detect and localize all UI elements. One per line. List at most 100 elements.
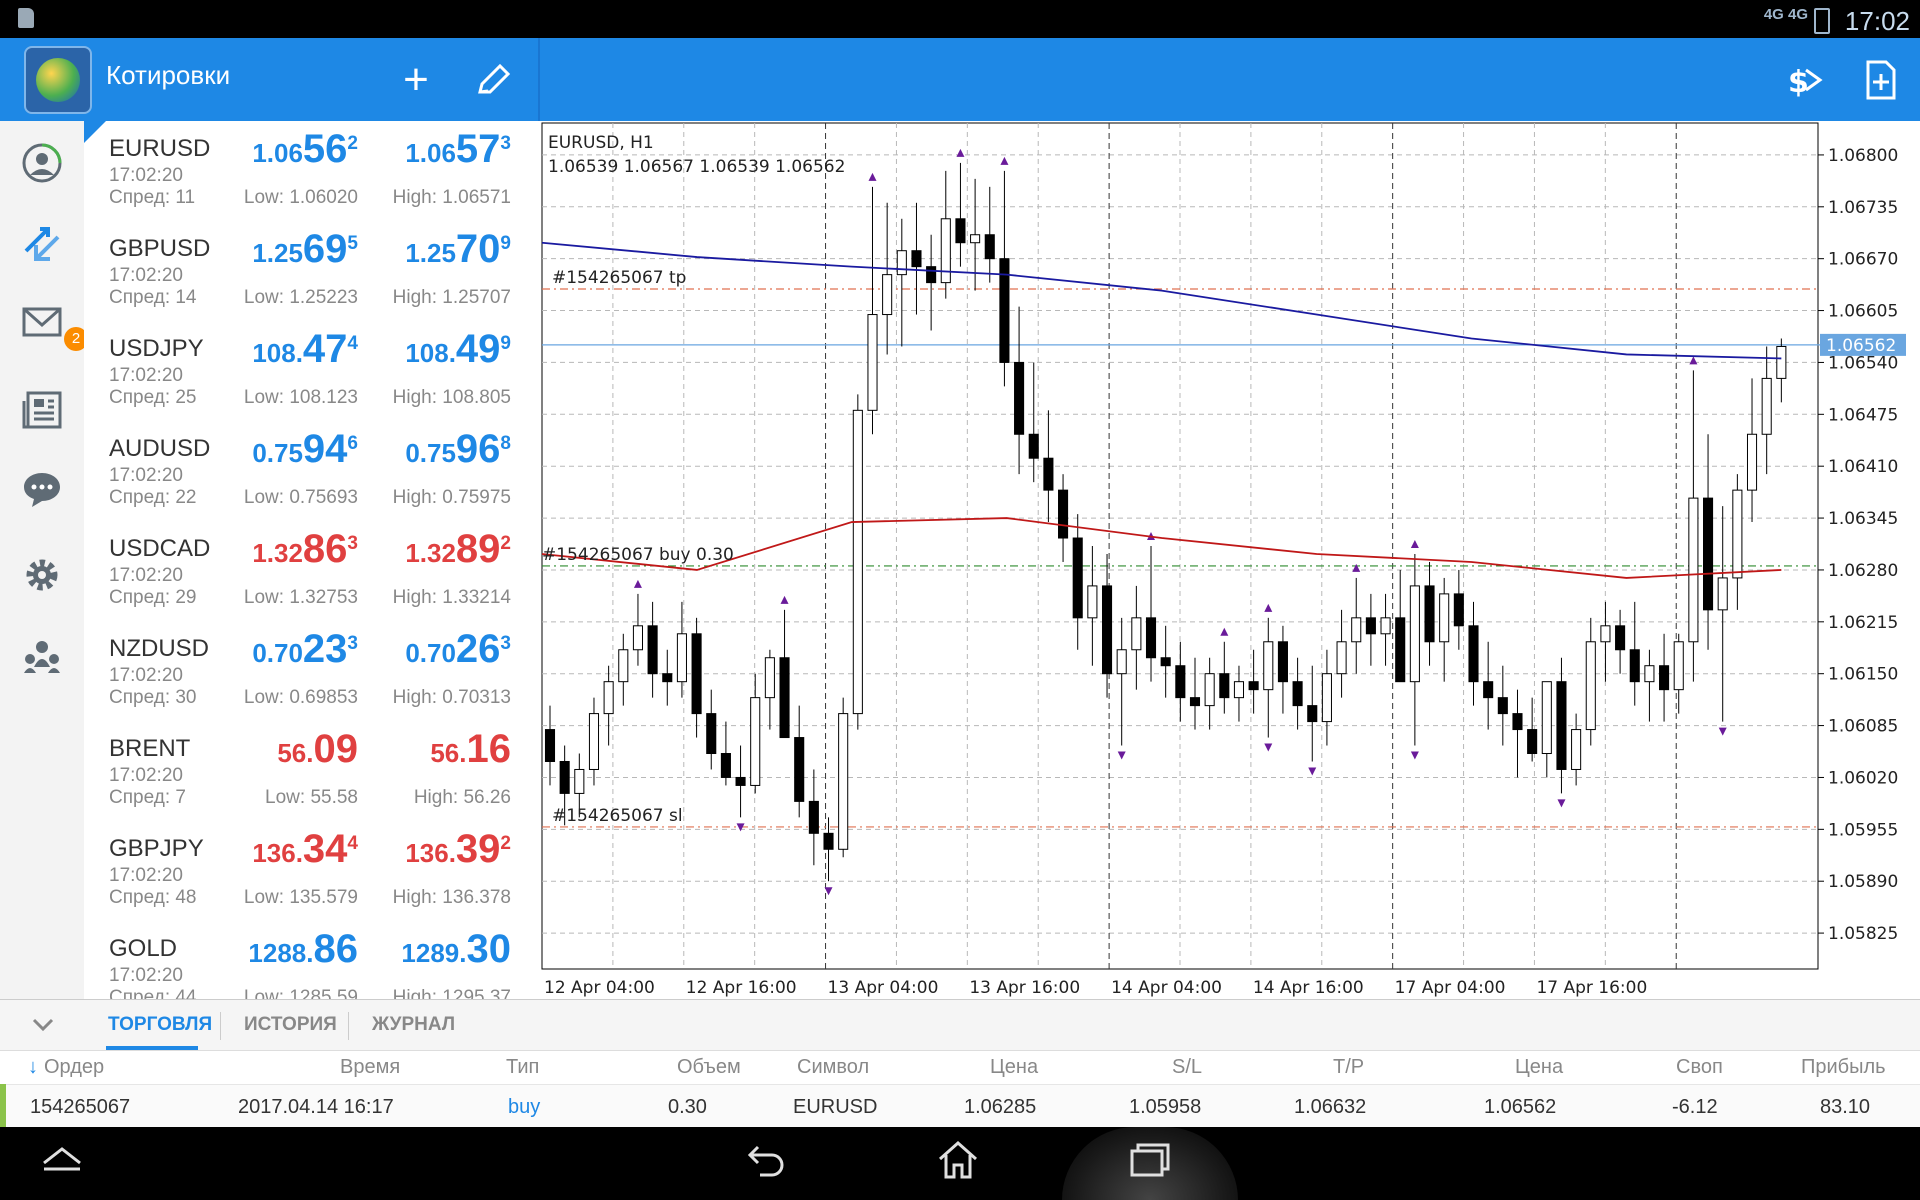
ask-sup: 9 — [500, 233, 511, 254]
candle-body — [1189, 697, 1201, 707]
tab-trade[interactable]: ТОРГОВЛЯ — [108, 1014, 212, 1036]
bid-prefix: 108. — [252, 338, 303, 368]
candle-body — [574, 768, 585, 794]
col-sl[interactable]: S/L — [1172, 1056, 1202, 1079]
community-icon[interactable] — [20, 633, 64, 677]
ask-prefix: 1.25 — [405, 238, 456, 268]
col-current-price[interactable]: Цена — [1515, 1056, 1563, 1079]
quote-spread: Спред: 14 — [109, 287, 197, 308]
candle-body — [1585, 641, 1596, 731]
bid-prefix: 56. — [277, 738, 314, 768]
ask-price: 136.392 — [405, 827, 511, 872]
hide-keyboard-icon[interactable] — [38, 1137, 86, 1187]
ask-sup: 2 — [500, 533, 511, 554]
bid-prefix: 0.75 — [252, 438, 303, 468]
action-bar: Котировки + $ — [0, 38, 1920, 121]
quote-spread: Спред: 30 — [109, 687, 197, 708]
col-type[interactable]: Тип — [506, 1056, 539, 1079]
divider — [220, 1012, 221, 1040]
candle-body — [720, 753, 731, 778]
back-icon[interactable] — [742, 1137, 790, 1195]
quote-symbol: USDCAD — [109, 535, 211, 562]
quote-high: High: 108.805 — [392, 387, 511, 408]
mail-icon[interactable]: 2 — [20, 301, 88, 351]
quote-row[interactable]: USDCAD 17:02:20 Спред: 29 1.32863 1.32892 Low… — [84, 521, 538, 622]
quote-row[interactable]: USDJPY 17:02:20 Спред: 25 108.474 108.499 Low… — [84, 321, 538, 422]
candle-body — [1263, 641, 1274, 691]
ask-sup: 3 — [500, 633, 511, 654]
quote-symbol: USDJPY — [109, 335, 204, 362]
quote-time: 17:02:20 — [109, 265, 183, 286]
quote-row[interactable]: BRENT 17:02:20 Спред: 7 56.09 56.16 Low: 55.5… — [84, 721, 538, 822]
order-label: #154265067 buy 0.30 — [542, 545, 734, 565]
one-click-trading-icon[interactable]: $ — [1776, 54, 1828, 106]
col-price[interactable]: Цена — [990, 1056, 1038, 1079]
bid-big: 56 — [302, 127, 348, 171]
recent-apps-icon[interactable] — [1126, 1137, 1174, 1195]
trade-arrows-icon[interactable] — [20, 221, 64, 265]
tab-journal[interactable]: ЖУРНАЛ — [372, 1014, 455, 1036]
cell-order: 154265067 — [30, 1096, 131, 1118]
bid-big: 86 — [313, 927, 359, 971]
quote-time: 17:02:20 — [109, 165, 183, 186]
edit-pencil-icon[interactable] — [468, 54, 520, 106]
candle-body — [1204, 673, 1215, 707]
col-profit[interactable]: Прибыль — [1801, 1056, 1886, 1079]
candle-body — [1512, 713, 1523, 731]
system-navigation-bar — [0, 1127, 1920, 1200]
cell-volume: 0.30 — [668, 1096, 707, 1118]
bid-prefix: 1288. — [248, 938, 314, 968]
sd-card-icon — [18, 8, 34, 28]
quote-symbol: GOLD — [109, 935, 178, 962]
y-tick-label: 1.06150 — [1828, 665, 1898, 685]
bid-price: 1.25695 — [252, 227, 358, 272]
bid-price: 136.344 — [252, 827, 358, 872]
bid-price: 1.32863 — [252, 527, 358, 572]
chevron-down-icon[interactable] — [28, 1010, 58, 1047]
price-chart[interactable]: 1.06800 1.06735 1.06670 1.06605 1.06540 1.064… — [540, 121, 1920, 999]
quote-row[interactable]: AUDUSD 17:02:20 Спред: 22 0.75946 0.75968 Low… — [84, 421, 538, 522]
settings-icon[interactable] — [20, 553, 64, 597]
ask-price: 108.499 — [405, 327, 511, 372]
new-order-icon[interactable] — [1854, 54, 1906, 106]
account-icon[interactable] — [20, 141, 64, 185]
quote-row[interactable]: GBPUSD 17:02:20 Спред: 14 1.25695 1.25709 Low… — [84, 221, 538, 322]
candle-body — [1380, 617, 1391, 635]
col-symbol[interactable]: Символ — [797, 1056, 869, 1079]
home-icon[interactable] — [934, 1137, 982, 1195]
candle-body — [1145, 617, 1157, 659]
candle-body — [1673, 641, 1684, 691]
quotes-list: EURUSD 17:02:20 Спред: 11 1.06562 1.06573 Low… — [84, 121, 538, 999]
quote-row[interactable]: NZDUSD 17:02:20 Спред: 30 0.70233 0.70263 Low… — [84, 621, 538, 722]
y-tick-label: 1.06475 — [1828, 405, 1898, 425]
sl-label: #154265067 sl — [552, 806, 683, 826]
bid-price: 0.75946 — [252, 427, 358, 472]
quote-symbol: NZDUSD — [109, 635, 209, 662]
plus-icon[interactable]: + — [390, 54, 442, 106]
chart-ohlc-label: 1.06539 1.06567 1.06539 1.06562 — [548, 157, 846, 177]
candle-body — [1717, 577, 1728, 611]
mt4-logo-icon[interactable] — [24, 46, 92, 114]
bid-sup: 4 — [347, 833, 358, 854]
col-swap[interactable]: Своп — [1676, 1056, 1723, 1079]
sort-arrow-icon[interactable]: ↓ — [28, 1056, 38, 1079]
chat-icon[interactable] — [20, 467, 64, 511]
col-time[interactable]: Время — [340, 1056, 400, 1079]
col-tp[interactable]: T/P — [1333, 1056, 1364, 1079]
col-order[interactable]: Ордер — [44, 1056, 104, 1079]
x-tick-label: 14 Apr 16:00 — [1253, 978, 1364, 998]
x-tick-label: 14 Apr 04:00 — [1111, 978, 1222, 998]
candle-body — [1233, 681, 1245, 699]
candle-body — [1336, 641, 1347, 675]
quote-row[interactable]: GOLD 17:02:20 Спред: 44 1288.86 1289.30 Low: … — [84, 921, 538, 999]
chart-canvas[interactable]: 1.06800 1.06735 1.06670 1.06605 1.06540 1.064… — [540, 121, 1920, 999]
quote-low: Low: 1.06020 — [243, 187, 358, 208]
ask-price: 1289.30 — [401, 927, 511, 972]
news-icon[interactable] — [20, 387, 64, 431]
tab-history[interactable]: ИСТОРИЯ — [244, 1014, 337, 1036]
quote-row[interactable]: EURUSD 17:02:20 Спред: 11 1.06562 1.06573 Low… — [84, 121, 538, 222]
col-volume[interactable]: Объем — [677, 1056, 741, 1079]
candle-body — [1688, 497, 1699, 643]
quote-row[interactable]: GBPJPY 17:02:20 Спред: 48 136.344 136.392 Low… — [84, 821, 538, 922]
candle-body — [794, 737, 805, 802]
